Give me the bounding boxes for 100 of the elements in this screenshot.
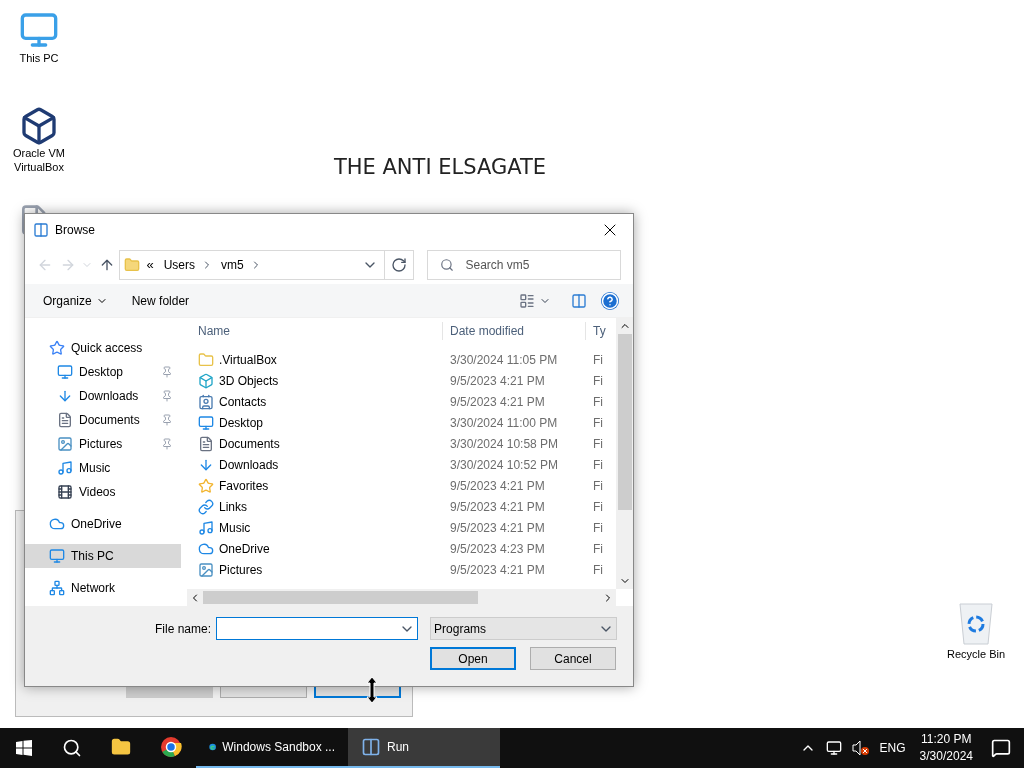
folder-icon: [111, 737, 131, 757]
file-row[interactable]: Documents 3/30/2024 10:58 PM Fi: [187, 433, 616, 454]
file-name-field[interactable]: [216, 617, 419, 640]
file-name: .VirtualBox: [219, 351, 277, 369]
dialog-button[interactable]: Open: [430, 647, 516, 670]
search-field[interactable]: Search vm5: [426, 250, 621, 280]
file-name: Music: [219, 519, 251, 537]
breadcrumb[interactable]: vm5: [221, 256, 244, 274]
column-header[interactable]: Name: [187, 322, 442, 340]
desktop-icon-label[interactable]: Recycle Bin: [946, 646, 1006, 663]
nav-item[interactable]: Videos: [25, 480, 181, 504]
date-cell-text: 9/5/2023 4:21 PM: [449, 498, 546, 516]
new-folder-button[interactable]: New folder: [125, 288, 196, 313]
taskbar-app[interactable]: Run: [348, 728, 500, 768]
file-type-dropdown[interactable]: Programs: [430, 617, 618, 640]
nav-label: Quick access: [71, 340, 144, 357]
dialog-button[interactable]: Cancel: [530, 647, 616, 670]
folder-icon: [124, 257, 141, 273]
type-cell-text: Fi: [592, 351, 603, 369]
address-bar[interactable]: « Users vm5: [119, 250, 385, 280]
type-cell-text: Fi: [592, 477, 603, 495]
file-name: Desktop: [219, 414, 264, 432]
cloud-icon: [49, 516, 65, 532]
file-row[interactable]: Links 9/5/2023 4:21 PM Fi: [187, 496, 616, 517]
column-header[interactable]: Ty: [585, 322, 606, 340]
muted-speaker-icon: [851, 740, 870, 756]
nav-item[interactable]: Network: [25, 576, 181, 600]
file-name: 3D Objects: [219, 372, 279, 390]
field-label: File name:: [155, 620, 212, 638]
nav-item[interactable]: OneDrive: [25, 512, 181, 536]
music-note-icon: [198, 519, 214, 536]
nav-item[interactable]: Desktop: [25, 360, 181, 384]
list-view-icon: [519, 292, 535, 309]
nav-item[interactable]: Downloads: [25, 384, 181, 408]
nav-item[interactable]: Documents: [25, 408, 181, 432]
recycle-bin-icon: [956, 600, 996, 646]
date-cell-text: 3/30/2024 10:52 PM: [449, 456, 560, 474]
date-cell-text: 9/5/2023 4:21 PM: [449, 372, 546, 390]
wallpaper-text: THE ANTI ELSAGATE: [332, 154, 548, 181]
file-row[interactable]: Contacts 9/5/2023 4:21 PM Fi: [187, 391, 616, 412]
nav-label: OneDrive: [71, 516, 123, 533]
date-cell-text: 3/30/2024 10:58 PM: [449, 435, 560, 453]
organize-button[interactable]: Organize: [37, 288, 114, 313]
nav-item[interactable]: Quick access: [25, 336, 181, 360]
help-icon: [601, 291, 619, 310]
type-cell-text: Fi: [592, 519, 603, 537]
file-row[interactable]: Favorites 9/5/2023 4:21 PM Fi: [187, 475, 616, 496]
window-icon: [361, 737, 381, 757]
overflow-chevron[interactable]: «: [146, 255, 154, 275]
desktop-icon-label[interactable]: This PC: [19, 50, 59, 67]
file-row[interactable]: .VirtualBox 3/30/2024 11:05 PM Fi: [187, 349, 616, 370]
nav-label: Downloads: [79, 388, 140, 405]
type-cell-text: Fi: [592, 540, 603, 558]
refresh-button[interactable]: [384, 250, 414, 280]
breadcrumb[interactable]: Users: [163, 256, 195, 274]
folder-icon: [198, 351, 214, 368]
refresh-icon: [390, 257, 407, 273]
type-cell-text: Fi: [592, 393, 603, 411]
star-icon: [198, 477, 214, 494]
file-name: Downloads: [219, 456, 279, 474]
date-cell-text: 9/5/2023 4:21 PM: [449, 477, 546, 495]
monitor-icon: [57, 364, 73, 380]
nav-item[interactable]: Music: [25, 456, 181, 480]
type-cell-text: Fi: [592, 456, 603, 474]
file-row[interactable]: 3D Objects 9/5/2023 4:21 PM Fi: [187, 370, 616, 391]
file-row[interactable]: Pictures 9/5/2023 4:21 PM Fi: [187, 559, 616, 580]
search-icon: [439, 258, 454, 272]
computer-icon: [19, 10, 59, 50]
film-icon: [57, 484, 73, 500]
file-row[interactable]: Downloads 3/30/2024 10:52 PM Fi: [187, 454, 616, 475]
nav-label: Pictures: [79, 436, 124, 453]
vertical-scrollbar[interactable]: [616, 318, 633, 589]
window-icon: [33, 222, 49, 238]
horizontal-scrollbar[interactable]: [187, 589, 616, 606]
link-icon: [198, 498, 214, 515]
type-cell-text: Fi: [592, 414, 603, 432]
column-header[interactable]: Date modified: [442, 322, 585, 340]
file-row[interactable]: Desktop 3/30/2024 11:00 PM Fi: [187, 412, 616, 433]
type-cell-text: Fi: [592, 435, 603, 453]
nav-item[interactable]: Pictures: [25, 432, 181, 456]
file-row[interactable]: Music 9/5/2023 4:21 PM Fi: [187, 517, 616, 538]
desktop-icon-label[interactable]: Oracle VM VirtualBox: [4, 146, 74, 174]
document-icon: [198, 435, 214, 452]
cube-icon: [19, 106, 59, 146]
windows-logo-icon: [16, 740, 32, 756]
type-cell-text: Fi: [592, 372, 603, 390]
language-indicator[interactable]: ENG: [879, 739, 906, 757]
search-input[interactable]: Search vm5: [465, 256, 606, 274]
pin-icon: [161, 414, 173, 426]
help-button[interactable]: [601, 291, 619, 310]
nav-item[interactable]: This PC: [25, 544, 181, 568]
clock[interactable]: 11:20 PM 3/30/2024: [919, 731, 973, 765]
file-row[interactable]: OneDrive 9/5/2023 4:23 PM Fi: [187, 538, 616, 559]
preview-pane-button[interactable]: [571, 292, 587, 309]
picture-icon: [198, 561, 214, 578]
file-name: Links: [219, 498, 247, 516]
contact-card-icon: [198, 393, 214, 410]
view-options-button[interactable]: [519, 292, 551, 309]
cube-icon: [198, 372, 214, 389]
network-icon: [49, 580, 65, 596]
